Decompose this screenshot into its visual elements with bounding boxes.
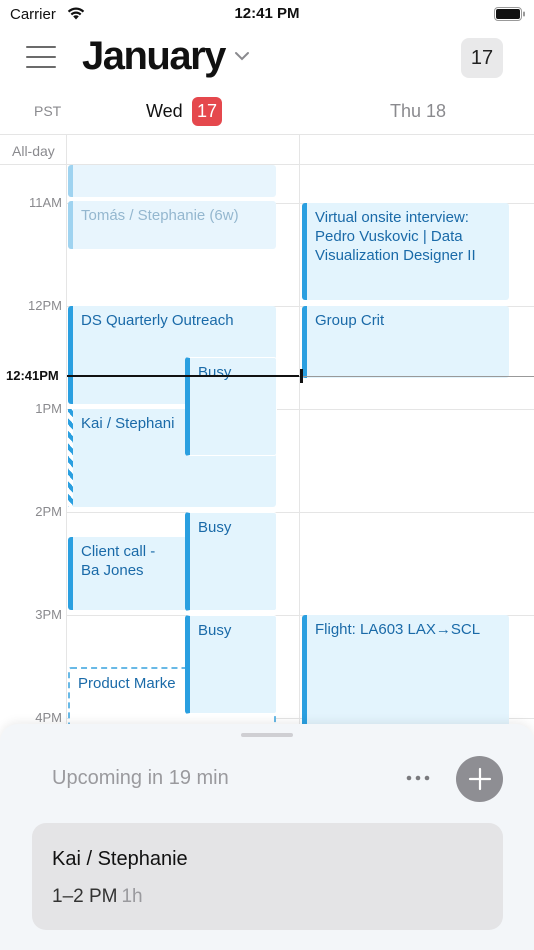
event-title: Virtual onsite interview: Pedro Vuskovic… (315, 209, 476, 264)
event-block[interactable]: Busy (185, 615, 277, 714)
divider (66, 135, 67, 164)
event-title: Client call - Ba Jones (81, 543, 156, 579)
hour-line (67, 512, 534, 513)
menu-icon[interactable] (26, 46, 56, 68)
hour-label-1pm: 1PM (35, 401, 62, 416)
hour-label-11am: 11AM (29, 195, 62, 210)
current-time-line-other-day (299, 376, 534, 377)
upcoming-event-card[interactable]: Kai / Stephanie 1–2 PM 1h (32, 823, 503, 930)
today-button[interactable]: 17 (461, 38, 503, 78)
plus-icon (468, 767, 492, 791)
event-title: Busy (198, 364, 232, 381)
time-grid[interactable]: 11AM 12PM 1PM 2PM 3PM 4PM Tomás / Stepha… (0, 165, 534, 765)
event-block[interactable]: Busy (185, 512, 277, 611)
current-time-label: 12:41PM (6, 368, 59, 383)
sheet-grabber[interactable] (241, 733, 293, 737)
status-time: 12:41 PM (234, 5, 300, 22)
event-block[interactable]: Busy (185, 357, 277, 456)
current-time-line (67, 375, 299, 377)
upcoming-label: Upcoming in 19 min (52, 767, 229, 789)
event-title: DS Quarterly Outreach (81, 312, 234, 329)
upcoming-event-duration: 1h (121, 886, 143, 907)
event-title: Tomás / Stephanie (6w) (81, 207, 239, 224)
battery-icon (494, 7, 525, 21)
event-block[interactable] (68, 165, 276, 197)
hour-label-4pm: 4PM (35, 710, 62, 725)
timezone-label: PST (34, 103, 62, 119)
event-title: Busy (198, 622, 232, 639)
month-title[interactable]: January (82, 34, 226, 79)
event-title: Group Crit (315, 312, 385, 329)
event-block[interactable]: Tomás / Stephanie (6w) (68, 201, 276, 249)
hour-label-2pm: 2PM (35, 504, 62, 519)
chevron-down-icon[interactable] (234, 50, 250, 62)
allday-label: All-day (12, 143, 55, 159)
day-header-wed[interactable]: Wed (146, 101, 183, 122)
upcoming-event-time: 1–2 PM 1h (52, 886, 143, 908)
event-title: Busy (198, 519, 232, 536)
more-icon[interactable] (405, 774, 431, 782)
hour-label-12pm: 12PM (28, 298, 62, 313)
event-block[interactable]: Group Crit (302, 306, 509, 378)
hour-label-3pm: 3PM (35, 607, 62, 622)
add-event-button[interactable] (456, 756, 503, 802)
upcoming-event-range: 1–2 PM (52, 886, 118, 907)
divider (299, 135, 300, 164)
day-header-thu[interactable]: Thu 18 (390, 101, 446, 122)
divider (66, 165, 67, 765)
upcoming-sheet[interactable]: Upcoming in 19 min Kai / Stephanie 1–2 P… (0, 724, 534, 950)
status-bar: Carrier 12:41 PM (0, 0, 534, 30)
event-title: Flight: LA603 LAX→SCL (315, 621, 481, 638)
today-date-badge[interactable]: 17 (192, 97, 222, 126)
current-time-marker (300, 369, 303, 383)
divider (299, 165, 300, 765)
upcoming-event-title: Kai / Stephanie (52, 848, 188, 870)
allday-row[interactable]: All-day (0, 134, 534, 165)
event-block[interactable]: Virtual onsite interview: Pedro Vuskovic… (302, 203, 509, 300)
